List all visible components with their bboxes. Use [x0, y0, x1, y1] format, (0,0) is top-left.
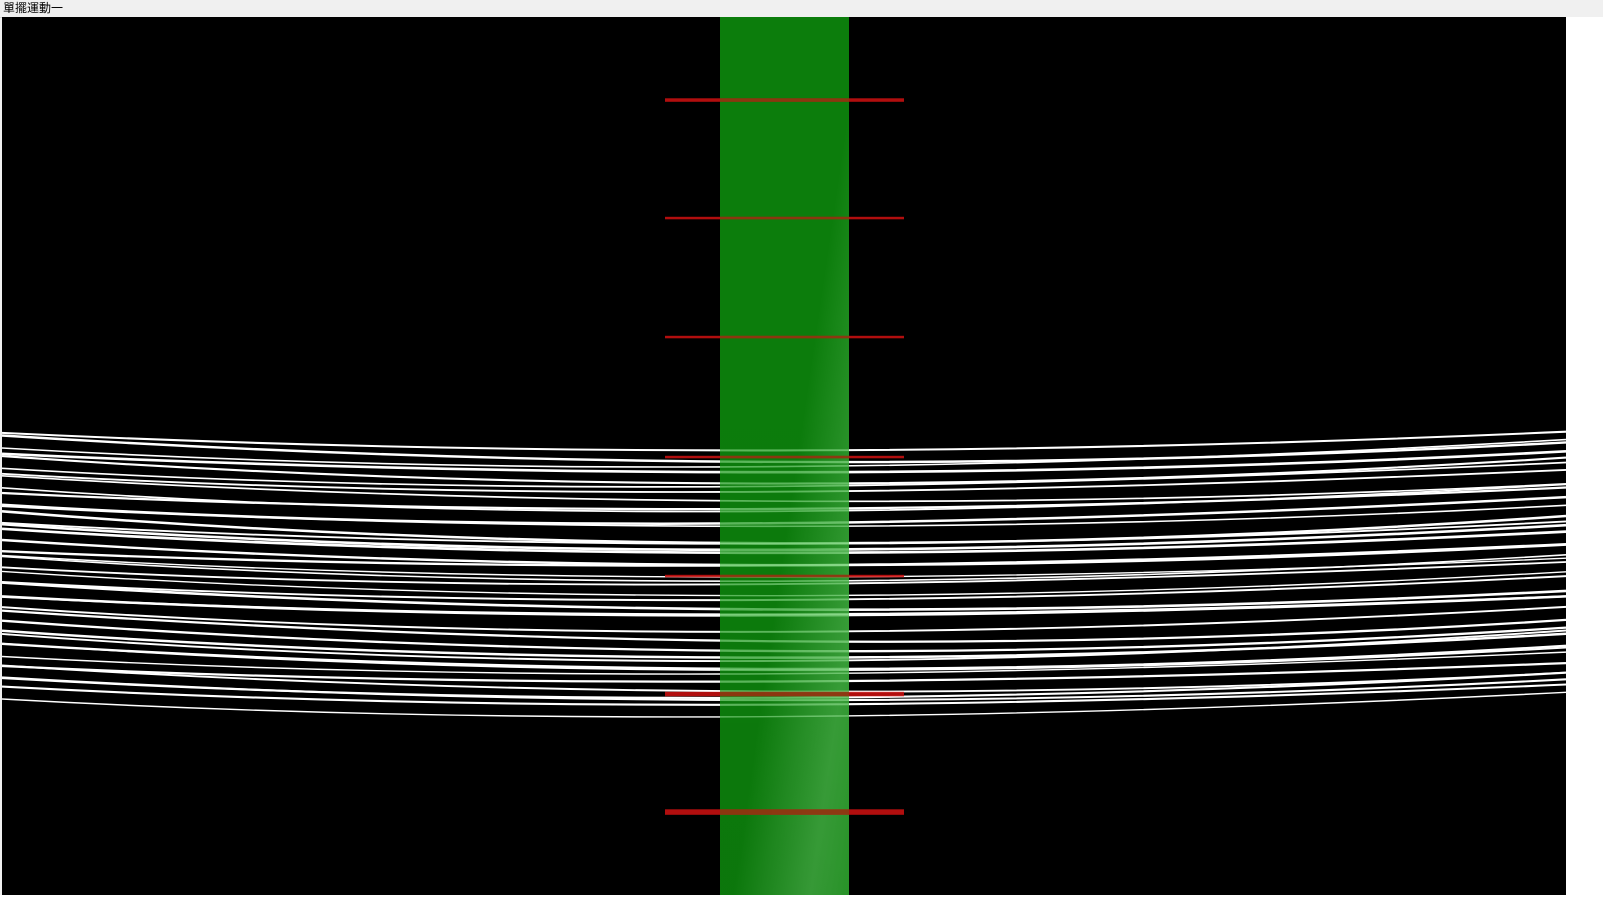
red-marker-inside-beam: [720, 335, 849, 339]
red-marker-inside-beam: [720, 574, 849, 578]
red-marker-inside-beam: [720, 216, 849, 220]
scene-svg: [2, 17, 1566, 895]
render-canvas[interactable]: [2, 17, 1566, 895]
bottom-gutter: [0, 895, 1603, 918]
red-marker-inside-beam: [720, 691, 849, 697]
right-gutter: [1566, 17, 1603, 918]
red-marker-inside-beam: [720, 455, 849, 459]
app-window: 單擺運動一: [0, 0, 1603, 918]
title-bar[interactable]: 單擺運動一: [0, 0, 1603, 18]
red-marker-inside-beam: [720, 809, 849, 815]
red-marker-inside-beam: [720, 98, 849, 102]
window-title: 單擺運動一: [3, 1, 64, 15]
